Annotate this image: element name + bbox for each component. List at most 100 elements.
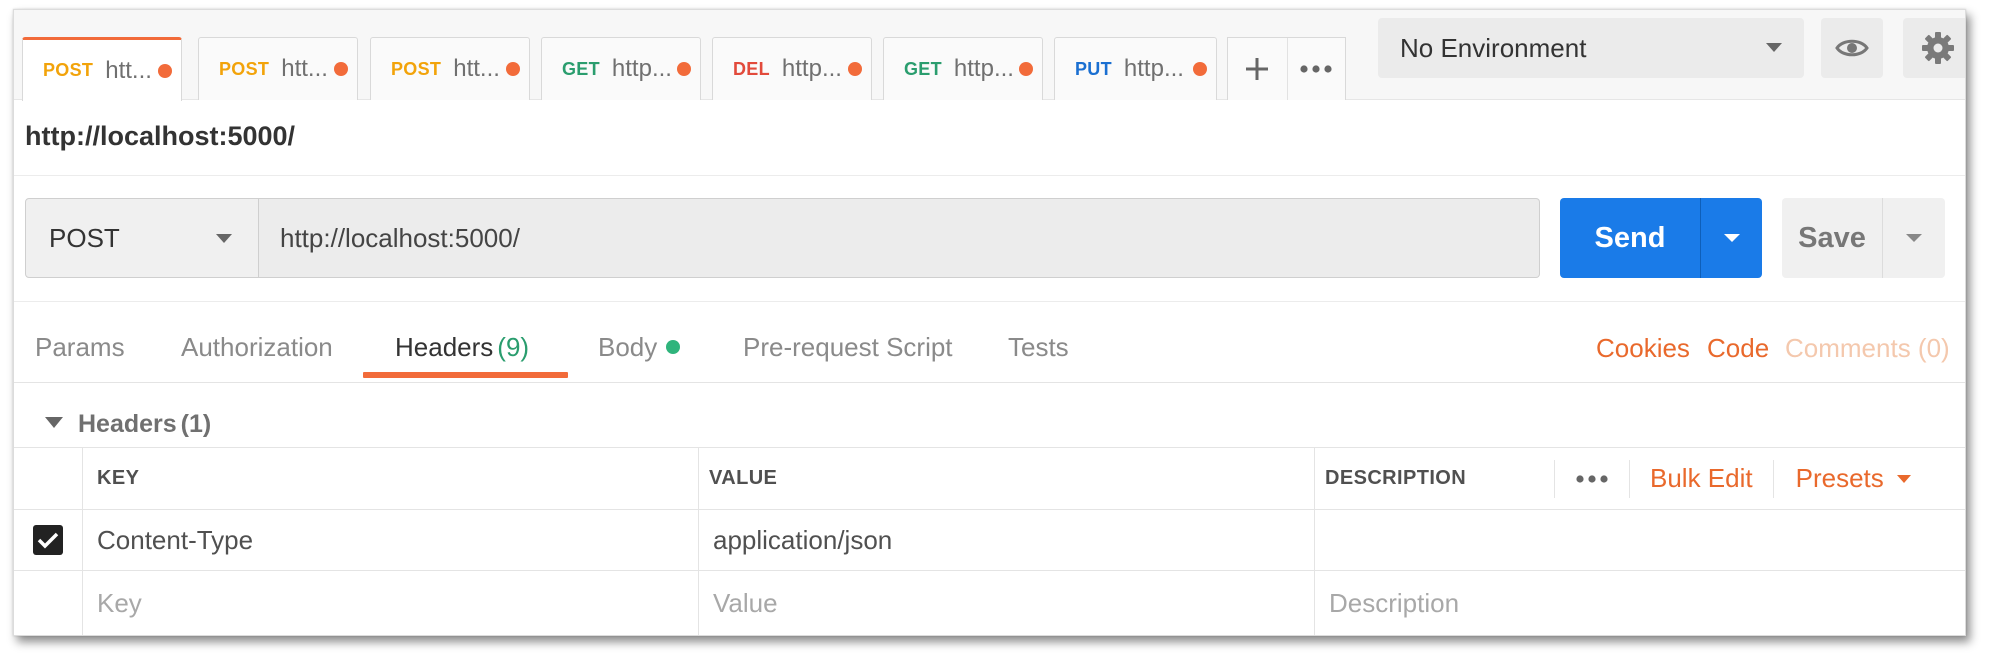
table-row-new: Key Value Description — [14, 570, 1965, 635]
tab-pre-request-script-label: Pre-request Script — [743, 332, 953, 362]
key-placeholder: Key — [97, 588, 142, 618]
request-tab-4[interactable]: GET http... — [541, 37, 701, 100]
description-placeholder: Description — [1329, 588, 1460, 618]
tab-options-button[interactable] — [1286, 38, 1346, 100]
environment-label: No Environment — [1400, 32, 1587, 63]
request-tab-3[interactable]: POST htt... — [370, 37, 530, 100]
new-tab-button[interactable] — [1228, 38, 1287, 100]
tab-method: POST — [43, 60, 94, 80]
tab-params-label: Params — [35, 332, 125, 362]
plus-icon — [1246, 58, 1269, 80]
method-label: POST — [49, 222, 120, 253]
tab-method: GET — [904, 58, 942, 79]
unsaved-dot-icon — [506, 62, 520, 76]
chevron-down-icon — [1723, 234, 1740, 242]
request-bar: POST http://localhost:5000/ — [25, 198, 1540, 278]
environment-quick-look-button[interactable] — [1821, 18, 1883, 78]
request-tab-5[interactable]: DEL http... — [712, 37, 872, 100]
url-input[interactable]: http://localhost:5000/ — [259, 198, 1540, 278]
description-column-label: DESCRIPTION — [1325, 467, 1467, 489]
headers-section-count: (1) — [180, 410, 212, 438]
enable-header-checkbox[interactable] — [33, 525, 63, 555]
new-description-input[interactable]: Description — [1314, 571, 1965, 635]
tab-headers-label: Headers — [395, 332, 494, 362]
save-options-button[interactable] — [1882, 198, 1945, 278]
tab-tools — [1227, 37, 1346, 100]
method-select[interactable]: POST — [25, 198, 259, 278]
tab-body[interactable]: Body — [598, 332, 681, 363]
presets-button[interactable]: Presets — [1774, 463, 1934, 494]
tab-tests[interactable]: Tests — [1008, 332, 1069, 363]
tab-headers[interactable]: Headers (9) — [395, 332, 529, 363]
active-tab-indicator — [363, 372, 568, 378]
chevron-down-icon — [216, 234, 232, 243]
checkmark-icon — [37, 532, 59, 549]
headers-count-badge: (9) — [497, 332, 530, 362]
table-options-button[interactable] — [1555, 474, 1629, 483]
unsaved-dot-icon — [334, 62, 348, 76]
chevron-down-icon — [1766, 43, 1782, 52]
table-row: Content-Type application/json — [14, 509, 1965, 570]
tab-url: htt... — [281, 55, 328, 82]
header-key-input[interactable]: Content-Type — [82, 510, 698, 570]
tab-tests-label: Tests — [1008, 332, 1069, 362]
value-column-label: VALUE — [709, 467, 778, 489]
divider — [14, 301, 1965, 302]
postman-window: POST htt... POST htt... POST htt... GET … — [13, 9, 1966, 636]
save-label: Save — [1798, 221, 1866, 254]
code-link[interactable]: Code — [1707, 333, 1769, 364]
gear-icon — [1922, 32, 1954, 64]
request-tab-1[interactable]: POST htt... — [22, 37, 182, 101]
table-tools: Bulk Edit Presets — [1554, 448, 1934, 509]
unsaved-dot-icon — [1019, 62, 1033, 76]
tab-url: htt... — [453, 55, 500, 82]
tab-method: POST — [219, 58, 270, 79]
request-title: http://localhost:5000/ — [25, 121, 296, 151]
tab-method: DEL — [733, 58, 770, 79]
value-placeholder: Value — [713, 588, 778, 618]
environment-select[interactable]: No Environment — [1378, 18, 1804, 78]
collapse-toggle-icon[interactable] — [45, 417, 63, 428]
unsaved-dot-icon — [848, 62, 862, 76]
key-column-label: KEY — [97, 467, 140, 489]
request-tab-6[interactable]: GET http... — [883, 37, 1043, 100]
new-key-input[interactable]: Key — [82, 571, 698, 635]
send-options-button[interactable] — [1700, 198, 1762, 278]
more-dots-icon — [1300, 65, 1332, 73]
send-button[interactable]: Send — [1560, 198, 1762, 278]
tab-url: htt... — [105, 56, 152, 84]
body-status-dot-icon — [666, 340, 681, 354]
header-description-input[interactable] — [1314, 510, 1965, 570]
new-value-input[interactable]: Value — [698, 571, 1314, 635]
tab-pre-request-script[interactable]: Pre-request Script — [743, 332, 953, 363]
request-tab-bar: POST htt... POST htt... POST htt... GET … — [14, 10, 1965, 101]
tab-authorization[interactable]: Authorization — [181, 332, 333, 363]
request-tab-2[interactable]: POST htt... — [198, 37, 358, 100]
header-value-value: application/json — [713, 524, 893, 555]
chevron-down-icon — [1906, 234, 1922, 242]
header-key-value: Content-Type — [97, 524, 254, 555]
chevron-down-icon — [1896, 474, 1911, 483]
description-column-header: DESCRIPTION — [1314, 448, 1554, 509]
bulk-edit-label: Bulk Edit — [1650, 463, 1753, 493]
cookies-link[interactable]: Cookies — [1596, 333, 1690, 364]
headers-section-label: Headers — [78, 410, 177, 438]
table-header-row: KEY VALUE DESCRIPTION Bulk Edit Presets — [14, 447, 1965, 509]
tab-url: http... — [1123, 55, 1184, 82]
bulk-edit-button[interactable]: Bulk Edit — [1630, 463, 1773, 494]
divider — [14, 382, 1965, 383]
request-tab-7[interactable]: PUT http... — [1054, 37, 1217, 100]
divider — [14, 175, 1965, 176]
row-checkbox-cell — [14, 510, 82, 570]
save-button[interactable]: Save — [1782, 198, 1945, 278]
value-column-header: VALUE — [698, 448, 1314, 509]
header-value-input[interactable]: application/json — [698, 510, 1314, 570]
tab-authorization-label: Authorization — [181, 332, 333, 362]
unsaved-dot-icon — [158, 64, 172, 78]
comments-link[interactable]: Comments (0) — [1785, 333, 1950, 364]
tab-method: PUT — [1075, 58, 1112, 79]
unsaved-dot-icon — [677, 62, 691, 76]
tab-params[interactable]: Params — [35, 332, 125, 363]
eye-icon — [1835, 39, 1869, 57]
settings-button[interactable] — [1903, 18, 1965, 78]
